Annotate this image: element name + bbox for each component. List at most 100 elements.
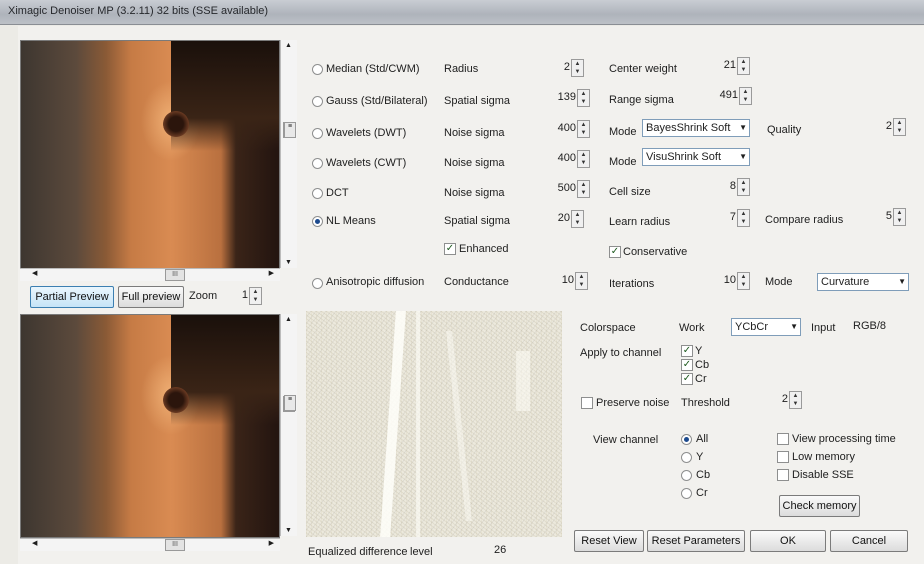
chevron-down-icon: ▼ (790, 322, 798, 331)
work-colorspace-select[interactable]: YCbCr ▼ (731, 318, 801, 336)
center-weight-spinner[interactable]: 21 ▲ ▼ (710, 57, 750, 75)
apply-cr-checkbox[interactable]: ✓ (681, 373, 693, 385)
apply-channel-label: Apply to channel (580, 347, 662, 359)
chevron-down-icon: ▼ (739, 152, 747, 161)
nl-spatial-sigma-spinner[interactable]: 20 ▲ ▼ (548, 210, 584, 228)
dct-noise-sigma-label: Noise sigma (444, 187, 505, 199)
preserve-noise-checkbox[interactable] (581, 397, 593, 409)
dwt-noise-sigma-label: Noise sigma (444, 127, 505, 139)
spatial-sigma-label: Spatial sigma (444, 95, 511, 107)
view-cr-radio[interactable] (681, 488, 692, 499)
conservative-label: Conservative (623, 246, 688, 258)
cwt-noise-sigma-spinner[interactable]: 400 ▲ ▼ (548, 150, 590, 168)
view-processing-time-label: View processing time (792, 433, 896, 445)
disable-sse-label: Disable SSE (792, 469, 854, 481)
method-nlmeans-radio[interactable] (312, 216, 323, 227)
method-median-radio[interactable] (312, 64, 323, 75)
dwt-noise-sigma-spinner[interactable]: 400 ▲ ▼ (548, 120, 590, 138)
splitter-grip[interactable]: ≡ (284, 122, 296, 138)
anisotropic-mode-label: Mode (765, 276, 793, 288)
cell-size-spinner[interactable]: 8 ▲ ▼ (710, 178, 750, 196)
learn-radius-spinner[interactable]: 7 ▲ ▼ (712, 209, 750, 227)
conductance-spinner[interactable]: 10 ▲ ▼ (548, 272, 588, 290)
conservative-checkbox[interactable]: ✓ (609, 246, 621, 258)
equalized-difference-label: Equalized difference (308, 546, 408, 558)
ok-button[interactable]: OK (750, 530, 826, 552)
learn-radius-label: Learn radius (609, 216, 671, 228)
reset-parameters-button[interactable]: Reset Parameters (647, 530, 745, 552)
input-colorspace-value: RGB/8 (853, 320, 887, 332)
anisotropic-mode-select[interactable]: Curvature ▼ (817, 273, 909, 291)
apply-cb-checkbox[interactable]: ✓ (681, 359, 693, 371)
partial-preview-button[interactable]: Partial Preview (30, 286, 114, 308)
original-preview[interactable] (20, 40, 280, 270)
zoom-spinner[interactable]: 1 ▲ ▼ (228, 287, 262, 305)
hscroll-thumb[interactable]: III (165, 269, 185, 281)
iterations-spinner[interactable]: 10 ▲ ▼ (706, 272, 750, 290)
original-vscroll[interactable]: ▲ III ▼ (280, 40, 297, 268)
conductance-label: Conductance (444, 276, 509, 288)
apply-y-checkbox[interactable]: ✓ (681, 345, 693, 357)
splitter-grip[interactable]: ≡ (284, 395, 296, 411)
threshold-spinner[interactable]: 2 ▲ ▼ (770, 391, 802, 409)
processed-preview[interactable] (20, 314, 280, 538)
dwt-mode-label: Mode (609, 126, 637, 138)
iterations-label: Iterations (609, 278, 655, 290)
radius-spinner[interactable]: 2 ▲ ▼ (548, 59, 584, 77)
method-cwt-label: Wavelets (CWT) (326, 157, 407, 169)
cell-size-label: Cell size (609, 186, 651, 198)
method-dct-label: DCT (326, 187, 349, 199)
processed-hscroll[interactable]: ◀ III ▶ (20, 538, 280, 551)
dwt-mode-select[interactable]: BayesShrink Soft ▼ (642, 119, 750, 137)
method-gauss-label: Gauss (Std/Bilateral) (326, 95, 428, 107)
method-nlmeans-label: NL Means (326, 215, 376, 227)
low-memory-label: Low memory (792, 451, 855, 463)
work-label: Work (679, 322, 705, 334)
view-all-label: All (696, 433, 709, 445)
compare-radius-spinner[interactable]: 5 ▲ ▼ (870, 208, 906, 226)
preserve-noise-label: Preserve noise (596, 397, 670, 409)
view-processing-time-checkbox[interactable] (777, 433, 789, 445)
method-anisotropic-radio[interactable] (312, 278, 323, 289)
threshold-label: Threshold (681, 397, 730, 409)
check-memory-button[interactable]: Check memory (779, 495, 860, 517)
full-preview-button[interactable]: Full preview (118, 286, 184, 308)
original-hscroll[interactable]: ◀ III ▶ (20, 268, 280, 281)
quality-label: Quality (767, 124, 802, 136)
apply-cr-label: Cr (695, 373, 707, 385)
method-cwt-radio[interactable] (312, 158, 323, 169)
reset-view-button[interactable]: Reset View (574, 530, 644, 552)
chevron-down-icon: ▼ (898, 277, 906, 286)
view-all-radio[interactable] (681, 434, 692, 445)
range-sigma-spinner[interactable]: 491 ▲ ▼ (710, 87, 752, 105)
hscroll-thumb[interactable]: III (165, 539, 185, 551)
enhanced-checkbox[interactable]: ✓ (444, 243, 456, 255)
radius-label: Radius (444, 63, 479, 75)
cwt-mode-select[interactable]: VisuShrink Soft ▼ (642, 148, 750, 166)
enhanced-label: Enhanced (459, 243, 509, 255)
chevron-down-icon: ▼ (739, 123, 747, 132)
processed-vscroll[interactable]: ▲ III ▼ (280, 314, 297, 536)
view-y-radio[interactable] (681, 452, 692, 463)
zoom-label: Zoom (189, 290, 218, 302)
cwt-mode-label: Mode (609, 156, 637, 168)
spatial-sigma-spinner[interactable]: 139 ▲ ▼ (548, 89, 590, 107)
title-bar[interactable]: Ximagic Denoiser MP (3.2.11) 32 bits (SS… (0, 0, 924, 25)
window-title: Ximagic Denoiser MP (3.2.11) 32 bits (SS… (8, 5, 269, 17)
method-median-label: Median (Std/CWM) (326, 63, 420, 75)
method-gauss-radio[interactable] (312, 96, 323, 107)
compare-radius-label: Compare radius (765, 214, 844, 226)
disable-sse-checkbox[interactable] (777, 469, 789, 481)
dct-noise-sigma-spinner[interactable]: 500 ▲ ▼ (548, 180, 590, 198)
difference-image (306, 311, 562, 537)
method-dwt-radio[interactable] (312, 128, 323, 139)
method-dct-radio[interactable] (312, 188, 323, 199)
view-cb-radio[interactable] (681, 470, 692, 481)
center-weight-label: Center weight (609, 63, 677, 75)
cancel-button[interactable]: Cancel (830, 530, 908, 552)
low-memory-checkbox[interactable] (777, 451, 789, 463)
quality-spinner[interactable]: 2 ▲ ▼ (868, 118, 906, 136)
method-anisotropic-label: Anisotropic diffusion (326, 276, 425, 288)
view-channel-label: View channel (593, 434, 659, 446)
apply-y-label: Y (695, 345, 703, 357)
